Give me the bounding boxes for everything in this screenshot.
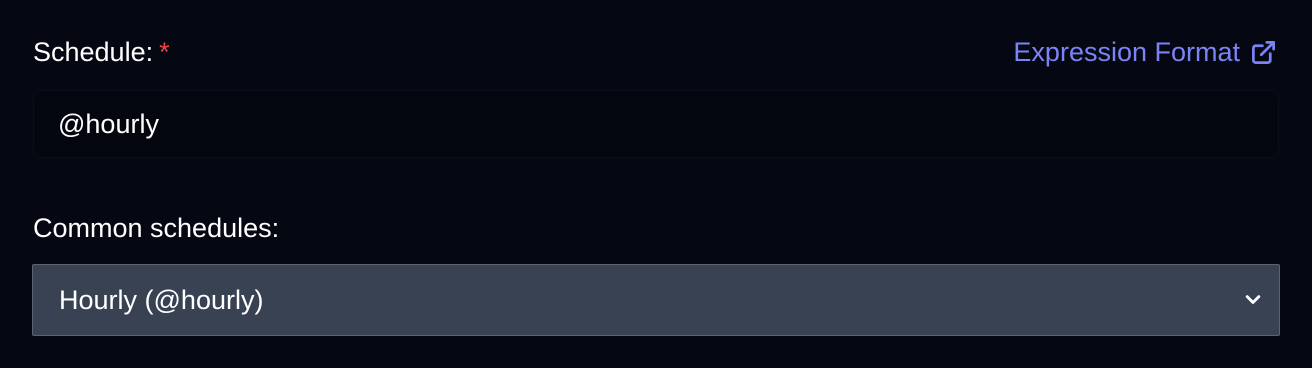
expression-format-link[interactable]: Expression Format: [1013, 34, 1277, 70]
schedule-form: Schedule:* Expression Format Common sche…: [0, 0, 1312, 368]
common-schedules-select[interactable]: Hourly (@hourly): [32, 264, 1280, 336]
schedule-input[interactable]: [33, 90, 1279, 158]
common-schedules-label: Common schedules:: [33, 213, 280, 243]
external-link-icon: [1252, 40, 1275, 64]
expression-format-link-label: Expression Format: [1013, 37, 1240, 67]
chevron-down-icon: [1245, 295, 1261, 304]
required-marker: *: [159, 37, 170, 67]
schedule-label: Schedule: *: [33, 34, 170, 70]
common-schedules-selected-value: Hourly (@hourly): [59, 284, 264, 315]
schedule-label-text: Schedule:: [33, 37, 154, 67]
